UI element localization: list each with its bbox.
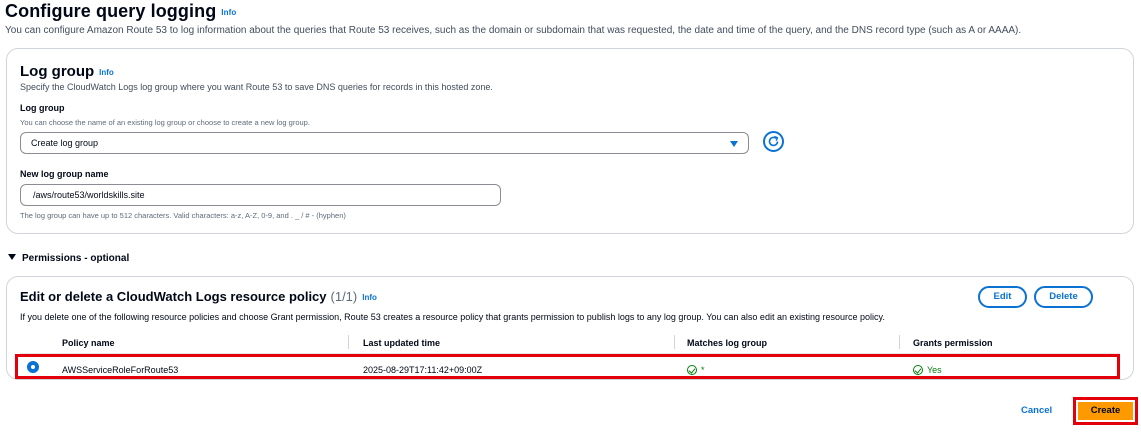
column-header-matches-log-group[interactable]: Matches log group — [687, 338, 767, 348]
log-group-panel: Log group Info Specify the CloudWatch Log… — [6, 48, 1134, 234]
column-divider — [899, 335, 900, 349]
caret-down-icon — [730, 141, 738, 147]
page-info-link[interactable]: Info — [221, 8, 236, 17]
log-group-title-text: Log group — [20, 63, 95, 80]
column-divider — [348, 335, 349, 349]
new-log-group-label: New log group name — [20, 169, 109, 179]
refresh-button[interactable] — [763, 131, 784, 152]
delete-button[interactable]: Delete — [1034, 286, 1093, 308]
permissions-expander[interactable]: Permissions - optional — [8, 253, 129, 264]
column-header-grants-permission[interactable]: Grants permission — [913, 338, 993, 348]
resource-policy-title: Edit or delete a CloudWatch Logs resourc… — [20, 289, 377, 304]
log-group-description: Specify the CloudWatch Logs log group wh… — [20, 82, 493, 92]
log-group-select-label: Log group — [20, 103, 65, 113]
edit-button[interactable]: Edit — [978, 286, 1027, 308]
highlight-annotation-row — [15, 354, 1120, 379]
column-header-last-updated[interactable]: Last updated time — [363, 338, 440, 348]
caret-down-icon — [8, 254, 16, 260]
column-header-policy-name[interactable]: Policy name — [62, 338, 115, 348]
new-log-group-name-input[interactable] — [20, 184, 501, 206]
column-divider — [674, 335, 675, 349]
create-button[interactable]: Create — [1078, 402, 1133, 420]
log-group-select-value: Create log group — [31, 138, 99, 148]
highlight-annotation-create: Create — [1073, 397, 1138, 425]
resource-policy-title-text: Edit or delete a CloudWatch Logs resourc… — [20, 289, 327, 304]
log-group-select[interactable]: Create log group — [20, 132, 749, 154]
resource-policy-description: If you delete one of the following resou… — [20, 312, 885, 322]
resource-policy-count: (1/1) — [330, 289, 358, 304]
new-log-group-hint: The log group can have up to 512 charact… — [20, 211, 346, 220]
page-description: You can configure Amazon Route 53 to log… — [5, 25, 1022, 36]
permissions-header-label: Permissions - optional — [22, 253, 130, 264]
page-title-text: Configure query logging — [5, 1, 217, 21]
refresh-icon — [768, 135, 779, 147]
log-group-select-hint: You can choose the name of an existing l… — [20, 118, 310, 127]
resource-policy-info-link[interactable]: Info — [362, 293, 377, 302]
page-title: Configure query logging Info — [5, 1, 236, 22]
log-group-info-link[interactable]: Info — [99, 68, 114, 77]
cancel-button[interactable]: Cancel — [1021, 405, 1052, 416]
log-group-title: Log group Info — [20, 63, 114, 80]
